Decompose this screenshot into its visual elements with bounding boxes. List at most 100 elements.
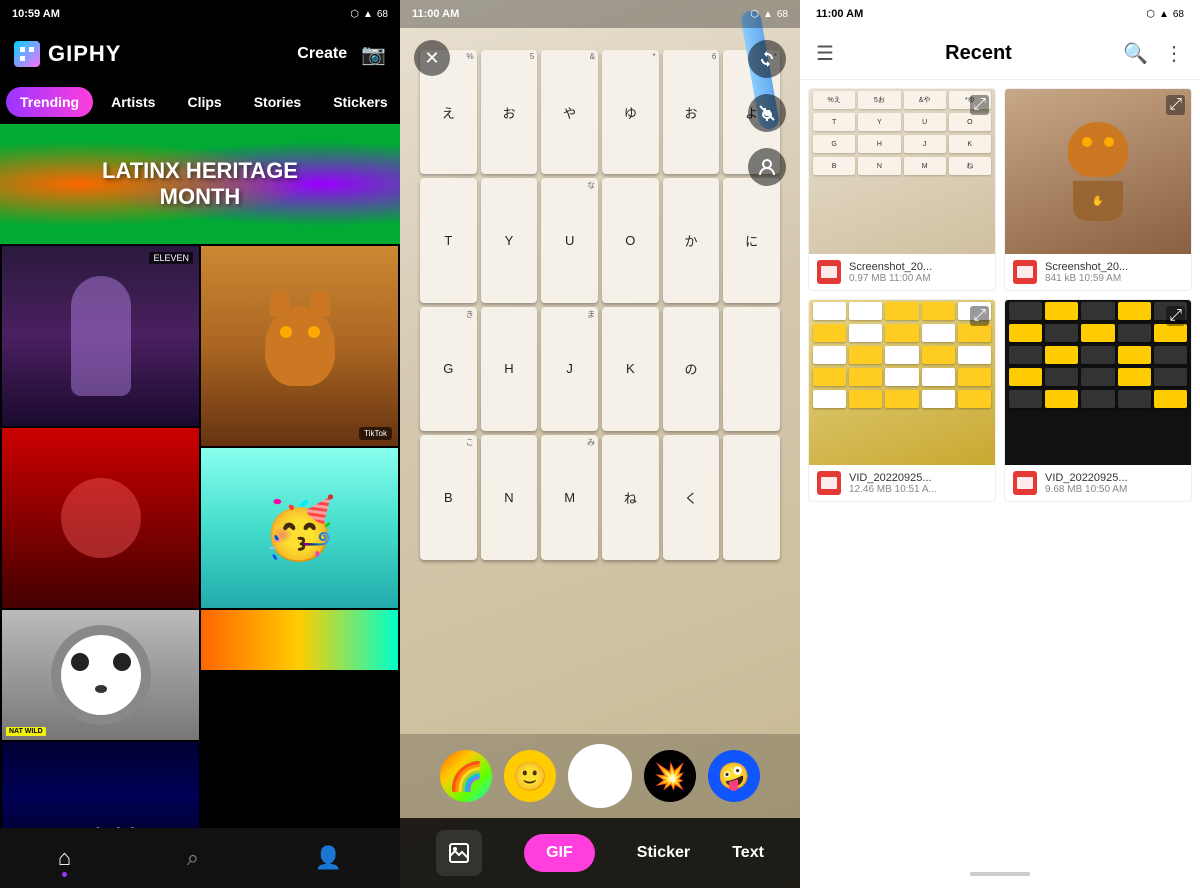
gif-goodnight[interactable]: Good Night [2, 742, 199, 828]
kv-key: K [949, 135, 991, 153]
files-grid: %え 5お &や *ゆ T Y U O G H J [800, 80, 1200, 510]
yk-key [849, 346, 882, 364]
cat-eye-left [280, 326, 292, 338]
text-mode-button[interactable]: Text [732, 844, 764, 862]
files-more-icon[interactable]: ⋮ [1164, 41, 1184, 66]
yk-key [813, 324, 846, 342]
file-card-4[interactable]: ⤢ VID_20220925... 9.68 MB 10:50 AM [1004, 299, 1192, 502]
tab-stickers[interactable]: Stickers [319, 87, 400, 117]
file-type-icon-3 [817, 471, 841, 495]
expand-icon-3[interactable]: ⤢ [970, 306, 989, 326]
tab-stories[interactable]: Stories [240, 87, 315, 117]
sticker-smiley[interactable]: 🙂 [504, 750, 556, 802]
key-H: H [481, 307, 538, 431]
yk-key [885, 390, 918, 408]
file-card-2[interactable]: ✋ ⤢ Screenshot_20... 841 kB 10:59 AM [1004, 88, 1192, 291]
dk-key-yellow [1154, 324, 1187, 342]
panda-eye-right [113, 653, 131, 671]
hamburger-icon[interactable]: ☰ [816, 41, 834, 66]
soccer-figure [61, 478, 141, 558]
camera-overlay-top: ✕ [400, 30, 800, 196]
dk-row-2 [1005, 322, 1191, 344]
gallery-button[interactable] [436, 830, 482, 876]
kv-row-1: %え 5お &や *ゆ [809, 89, 995, 111]
dk-key-yellow [1081, 324, 1114, 342]
sticker-rainbow[interactable]: 🌈 [440, 750, 492, 802]
panda-eye-left [71, 653, 89, 671]
profile-icon: 👤 [315, 845, 342, 871]
kv-key: H [858, 135, 900, 153]
panda-figure [61, 635, 141, 715]
yk-row-4 [809, 366, 995, 388]
key-N: N [481, 435, 538, 559]
camera-status-icons: ⬡ ▲ 68 [750, 9, 788, 20]
portrait-button[interactable] [748, 148, 786, 186]
flip-icon [757, 49, 777, 69]
rainbow-emoji: 🌈 [449, 760, 484, 793]
dk-key [1045, 368, 1078, 386]
thumb-cat-eyes [1068, 122, 1128, 147]
camera-mode-bar: GIF Sticker Text [400, 818, 800, 888]
file-thumb-2: ✋ ⤢ [1005, 89, 1191, 254]
kv-key: T [813, 113, 855, 131]
key-Y: Y [481, 178, 538, 302]
camera-bottom: 🌈 🙂 💥 🤪 GIF [400, 734, 800, 888]
gif-abstract[interactable] [201, 610, 398, 670]
close-camera-button[interactable]: ✕ [414, 40, 450, 76]
party-emoji: 🥳 [262, 493, 337, 564]
expand-icon-4[interactable]: ⤢ [1166, 306, 1185, 326]
key-T: T [420, 178, 477, 302]
camera-header-icon[interactable]: 📷 [361, 42, 386, 67]
tab-artists[interactable]: Artists [97, 87, 169, 117]
yk-key [958, 346, 991, 364]
tab-trending[interactable]: Trending [6, 87, 93, 117]
gif-panda[interactable]: NAT WILD [2, 610, 199, 740]
gif-mode-button[interactable]: GIF [524, 834, 595, 872]
file-card-1[interactable]: %え 5お &や *ゆ T Y U O G H J [808, 88, 996, 291]
expand-icon-2[interactable]: ⤢ [1166, 95, 1185, 115]
yk-row-1 [809, 300, 995, 322]
file-name-4: VID_20220925... [1045, 472, 1183, 484]
files-title: Recent [945, 42, 1012, 65]
dk-key [1009, 390, 1042, 408]
sticker-burst[interactable]: 💥 [644, 750, 696, 802]
gif-cat[interactable]: TikTok [201, 246, 398, 446]
bottom-nav-home[interactable]: ⌂ [58, 845, 71, 871]
dk-key-yellow [1118, 368, 1151, 386]
sticker-mode-button[interactable]: Sticker [637, 844, 690, 862]
camera-battery-icon: 68 [777, 9, 788, 20]
mute-button[interactable] [748, 94, 786, 132]
thumb-eye-left [1082, 137, 1092, 147]
bottom-nav-search[interactable]: ⌕ [187, 845, 199, 871]
yk-key [958, 368, 991, 386]
file-card-3[interactable]: ⤢ VID_20220925... 12.46 MB 10:51 A... [808, 299, 996, 502]
yk-key [958, 390, 991, 408]
yk-key [922, 390, 955, 408]
dk-key [1118, 390, 1151, 408]
yk-key [922, 368, 955, 386]
expand-icon-1[interactable]: ⤢ [970, 95, 989, 115]
battery-icon: 68 [377, 9, 388, 20]
yk-row-5 [809, 388, 995, 410]
tab-clips[interactable]: Clips [173, 87, 235, 117]
gif-soccer[interactable] [2, 428, 199, 608]
gif-party[interactable]: 🥳 [201, 448, 398, 608]
flip-camera-button[interactable] [748, 40, 786, 78]
capture-button[interactable] [568, 744, 632, 808]
cat-eyes [265, 306, 335, 338]
crazy-emoji: 🤪 [718, 761, 750, 792]
giphy-panel: 10:59 AM ⬡ ▲ 68 GIPHY Create 📷 Trending [0, 0, 400, 888]
key-U: Uな [541, 178, 598, 302]
bottom-nav-profile[interactable]: 👤 [315, 845, 342, 871]
key-no: の [663, 307, 720, 431]
kv-key: ね [949, 157, 991, 175]
create-button[interactable]: Create [297, 45, 347, 63]
gallery-icon [448, 842, 470, 864]
files-search-icon[interactable]: 🔍 [1123, 41, 1148, 66]
kv-row-4: B N M ね [809, 155, 995, 177]
sticker-crazy[interactable]: 🤪 [708, 750, 760, 802]
camera-right-controls [748, 40, 786, 186]
gif-dancer[interactable]: ELEVEN [2, 246, 199, 426]
yk-key [922, 302, 955, 320]
dk-key-yellow [1118, 346, 1151, 364]
